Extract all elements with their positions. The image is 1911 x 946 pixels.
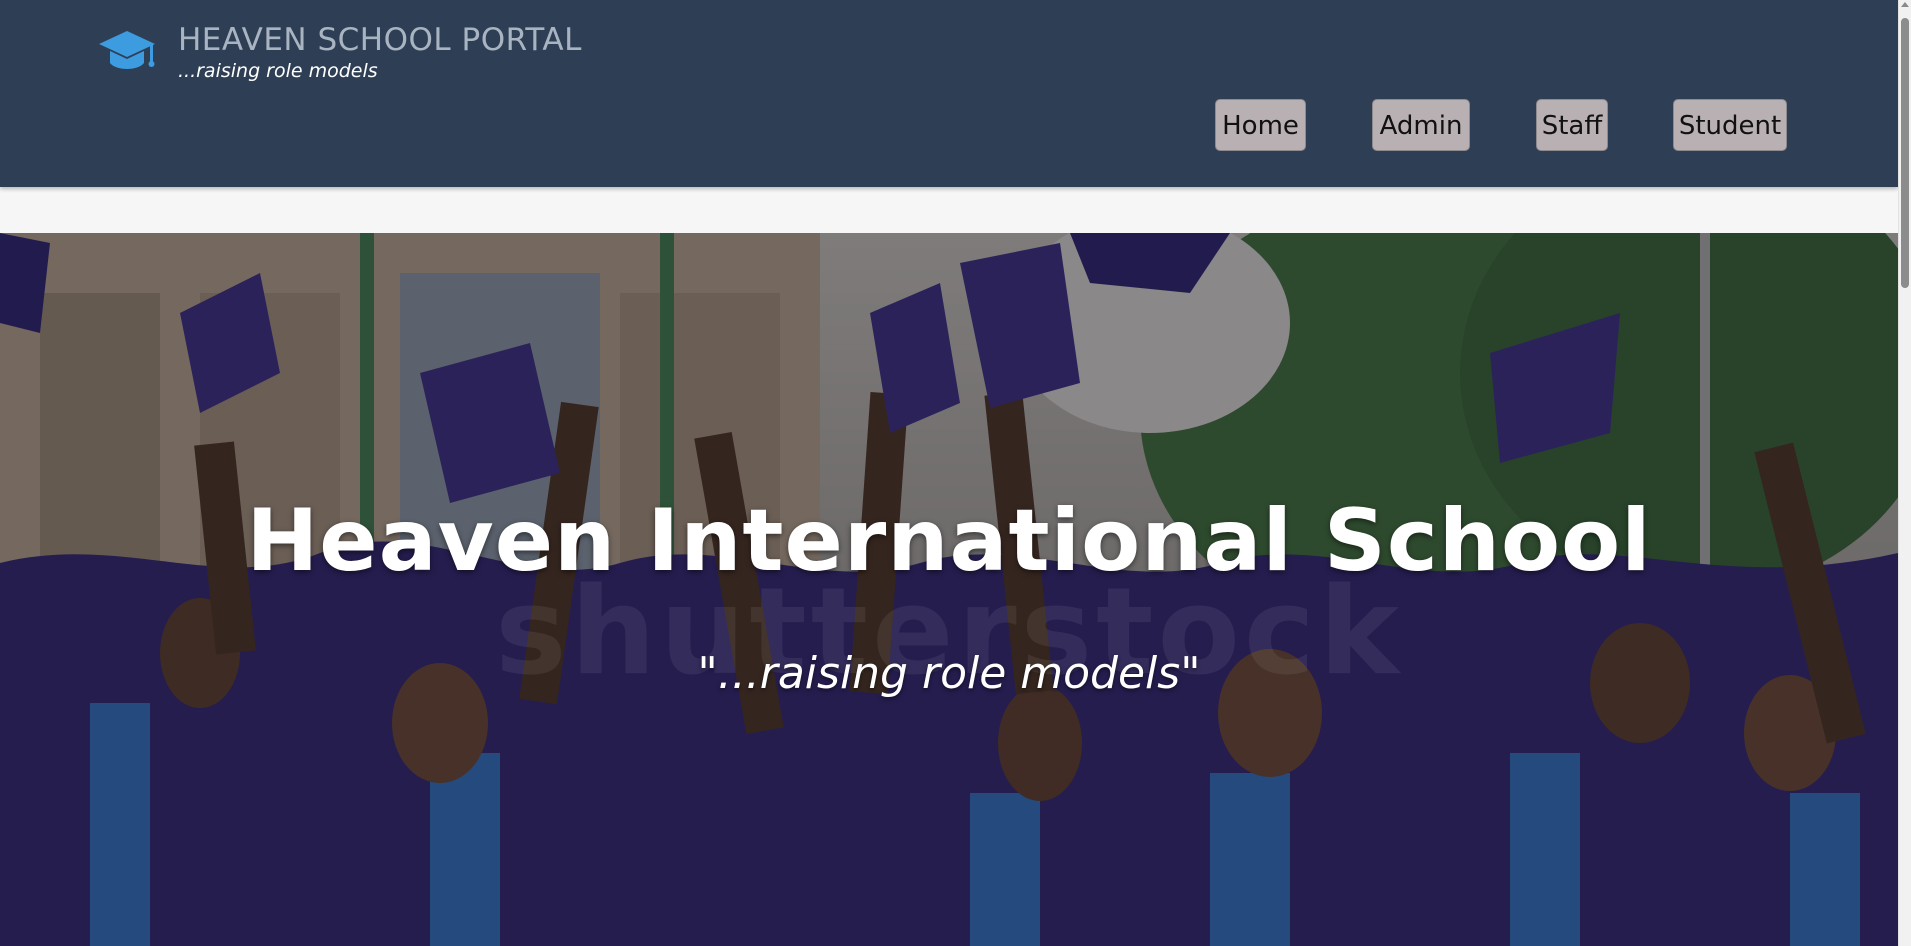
- site-tagline: ...raising role models: [178, 60, 378, 82]
- brand[interactable]: HEAVEN SCHOOL PORTAL ...raising role mod…: [98, 22, 582, 82]
- scrollbar-thumb[interactable]: [1901, 18, 1909, 288]
- site-title: HEAVEN SCHOOL PORTAL: [178, 22, 582, 58]
- main-nav: Home Admin Staff Student: [0, 99, 1898, 153]
- page: HEAVEN SCHOOL PORTAL ...raising role mod…: [0, 0, 1911, 946]
- hero-subtitle: "...raising role models": [697, 648, 1201, 699]
- vertical-scrollbar[interactable]: [1898, 0, 1911, 946]
- site-header: HEAVEN SCHOOL PORTAL ...raising role mod…: [0, 0, 1898, 187]
- brand-text: HEAVEN SCHOOL PORTAL ...raising role mod…: [178, 22, 582, 82]
- scroll-up-arrow-icon[interactable]: [1901, 2, 1909, 7]
- graduation-cap-icon: [99, 31, 155, 69]
- nav-admin-button[interactable]: Admin: [1372, 99, 1470, 151]
- nav-staff-button[interactable]: Staff: [1536, 99, 1608, 151]
- hero-title: Heaven International School: [246, 491, 1652, 591]
- nav-student-button[interactable]: Student: [1673, 99, 1787, 151]
- nav-home-button[interactable]: Home: [1215, 99, 1306, 151]
- hero-banner: shutterstock Heaven International School…: [0, 233, 1898, 946]
